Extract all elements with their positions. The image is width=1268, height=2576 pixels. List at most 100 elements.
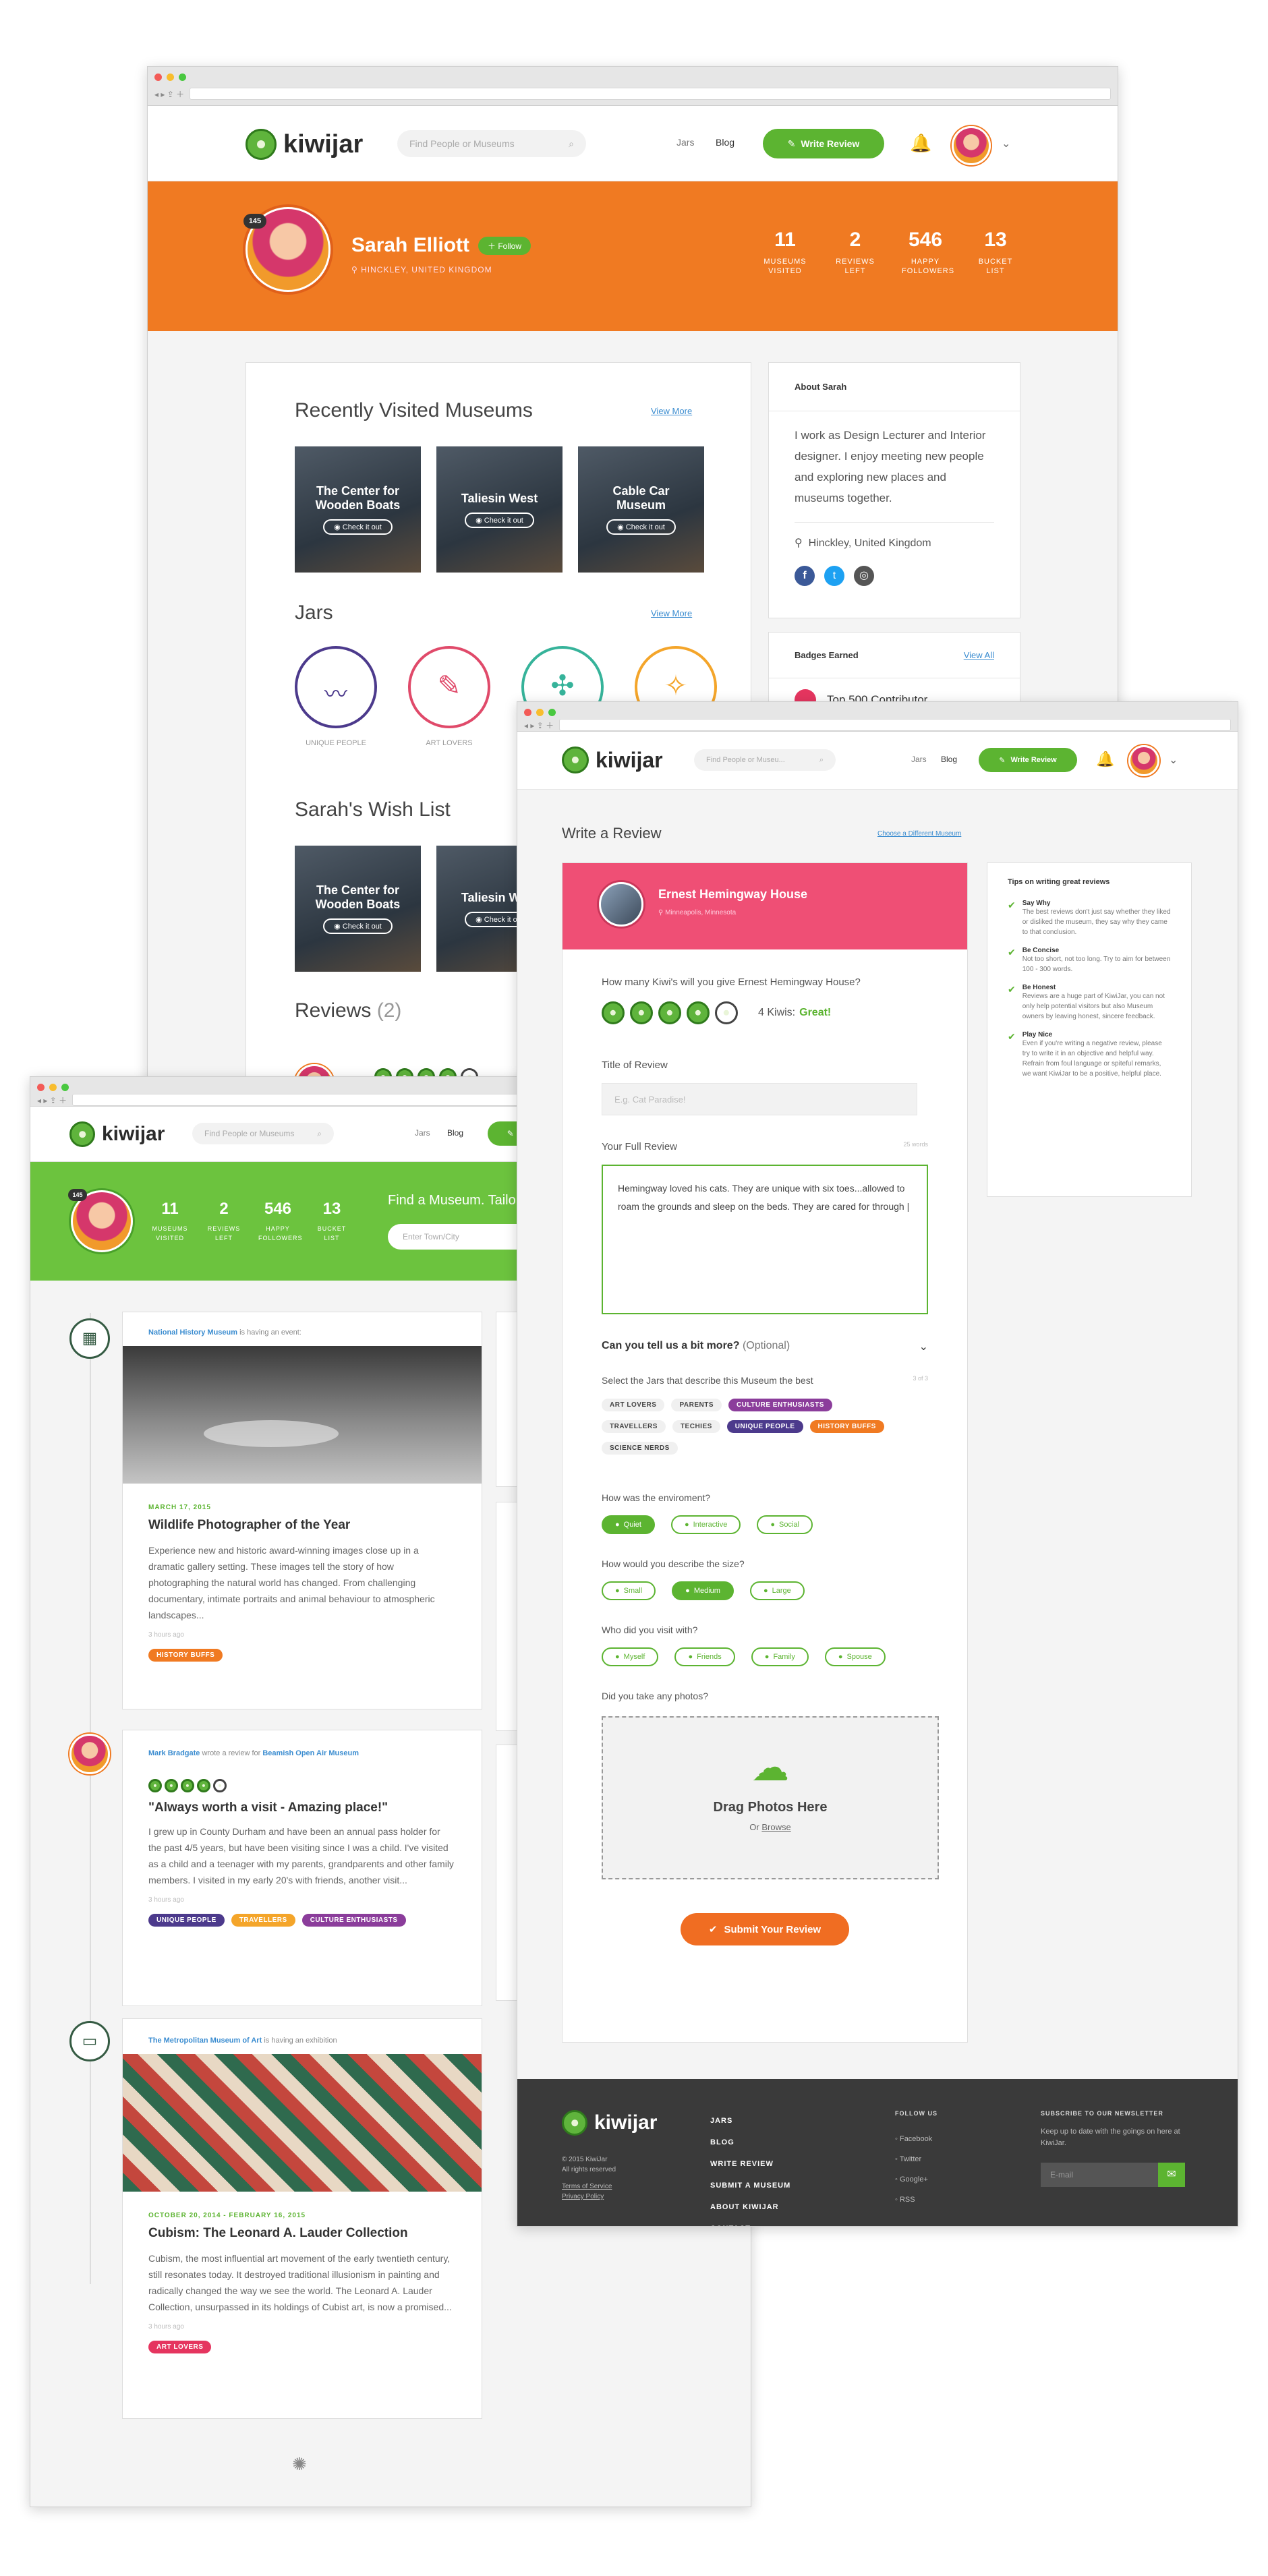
tag[interactable]: TRAVELLERS [231, 1914, 295, 1927]
footer-link[interactable]: BLOG [710, 2132, 790, 2153]
instagram-icon[interactable]: ◎ [854, 566, 874, 586]
search-input[interactable]: Find People or Museums ⌕ [192, 1123, 334, 1144]
kiwi-filled-icon[interactable] [658, 1001, 681, 1024]
jar-tag[interactable]: PARENTS [671, 1399, 722, 1411]
env-option[interactable]: ● Quiet [602, 1515, 655, 1534]
nav-jars[interactable]: Jars [676, 137, 694, 148]
with-option[interactable]: ● Family [751, 1647, 809, 1666]
size-option[interactable]: ● Large [749, 1581, 805, 1600]
jar-tag[interactable]: TECHIES [672, 1420, 720, 1433]
with-option[interactable]: ● Friends [674, 1647, 735, 1666]
footer-logo[interactable]: kiwijar [562, 2110, 657, 2136]
museum-thumb[interactable]: The Center for Wooden Boats ◉ Check it ou… [295, 446, 421, 573]
tag[interactable]: ART LOVERS [148, 2341, 212, 2353]
email-input[interactable]: E-mail [1041, 2163, 1158, 2187]
url-bar[interactable] [559, 719, 1231, 731]
terms-link[interactable]: Terms of Service [562, 2182, 616, 2192]
check-it-out-button[interactable]: ◉ Check it out [606, 519, 676, 535]
check-it-out-button[interactable]: ◉ Check it out [323, 918, 393, 934]
recent-view-more[interactable]: View More [651, 406, 692, 416]
check-it-out-button[interactable]: ◉ Check it out [465, 512, 534, 528]
more-toggle[interactable]: Can you tell us a bit more? (Optional) ⌄ [563, 1314, 967, 1353]
size-option[interactable]: ● Medium [672, 1581, 734, 1600]
change-museum-link[interactable]: Choose a Different Museum [877, 830, 961, 838]
nav-blog[interactable]: Blog [716, 137, 734, 148]
nav-jars[interactable]: Jars [415, 1128, 430, 1138]
chevron-down-icon[interactable]: ⌄ [1169, 753, 1178, 767]
footer-link[interactable]: JARS [710, 2110, 790, 2132]
museum-thumb[interactable]: Taliesin West ◉ Check it out [436, 446, 563, 573]
jar-tag[interactable]: HISTORY BUFFS [809, 1420, 884, 1433]
facebook-icon[interactable]: f [795, 566, 815, 586]
jar-tag[interactable]: UNIQUE PEOPLE [726, 1420, 803, 1433]
browse-link[interactable]: Browse [761, 1822, 790, 1832]
badges-view-all[interactable]: View All [964, 650, 994, 660]
notification-bell-icon[interactable]: 🔔 [1096, 751, 1114, 768]
feed-who[interactable]: Mark Bradgate [148, 1749, 200, 1757]
kiwi-filled-icon[interactable] [602, 1001, 625, 1024]
user-avatar[interactable] [1128, 745, 1159, 776]
feed-who[interactable]: National History Museum [148, 1328, 237, 1337]
stat[interactable]: 546 HAPPY FOLLOWERS [902, 229, 954, 276]
feed-target[interactable]: Beamish Open Air Museum [262, 1749, 359, 1757]
kiwi-filled-icon[interactable] [181, 1779, 194, 1792]
write-review-button[interactable]: ✎Write Review [979, 748, 1077, 772]
kiwi-filled-icon[interactable] [630, 1001, 653, 1024]
nav-blog[interactable]: Blog [941, 755, 957, 764]
title-input[interactable]: E.g. Cat Paradise! [602, 1083, 917, 1115]
feed-title[interactable]: "Always worth a visit - Amazing place!" [123, 1795, 482, 1821]
env-option[interactable]: ● Social [757, 1515, 813, 1534]
privacy-link[interactable]: Privacy Policy [562, 2192, 616, 2202]
search-input[interactable]: Find People or Museu... ⌕ [694, 749, 836, 771]
follow-link[interactable]: ◦ Facebook [895, 2129, 932, 2149]
tag[interactable]: CULTURE ENTHUSIASTS [301, 1914, 406, 1927]
subscribe-mail-icon[interactable]: ✉ [1158, 2163, 1185, 2187]
nav-blog[interactable]: Blog [447, 1128, 463, 1138]
user-avatar[interactable] [952, 126, 991, 165]
feed-who[interactable]: The Metropolitan Museum of Art [148, 2037, 262, 2045]
twitter-icon[interactable]: t [824, 566, 844, 586]
kiwi-filled-icon[interactable] [197, 1779, 210, 1792]
logo[interactable]: kiwijar [562, 747, 663, 773]
jar-unique-people[interactable]: 〰 [295, 646, 377, 728]
env-option[interactable]: ● Interactive [670, 1515, 741, 1534]
notification-bell-icon[interactable]: 🔔 [910, 133, 931, 154]
jar-art-lovers[interactable]: ✎ [408, 646, 490, 728]
full-review-textarea[interactable]: Hemingway loved his cats. They are uniqu… [602, 1165, 928, 1314]
footer-link[interactable]: CONTACT [710, 2218, 790, 2226]
jar-tag[interactable]: ART LOVERS [602, 1399, 665, 1411]
kiwi-filled-icon[interactable] [687, 1001, 710, 1024]
search-input[interactable]: Find People or Museums ⌕ [397, 130, 586, 157]
kiwi-filled-icon[interactable] [148, 1779, 162, 1792]
kiwi-empty-icon[interactable] [715, 1001, 738, 1024]
feed-title[interactable]: Wildlife Photographer of the Year [123, 1511, 482, 1540]
tag[interactable]: UNIQUE PEOPLE [148, 1914, 225, 1927]
stat[interactable]: 13 BUCKET LIST [312, 1200, 351, 1243]
logo[interactable]: kiwijar [69, 1121, 165, 1147]
footer-link[interactable]: ABOUT KIWIJAR [710, 2196, 790, 2218]
jars-view-more[interactable]: View More [651, 608, 692, 618]
follow-link[interactable]: ◦ Google+ [895, 2169, 932, 2190]
jar-tag[interactable]: TRAVELLERS [602, 1420, 666, 1433]
footer-link[interactable]: SUBMIT A MUSEUM [710, 2175, 790, 2196]
stat[interactable]: 2 REVIEWS LEFT [204, 1200, 243, 1243]
with-option[interactable]: ● Myself [602, 1647, 659, 1666]
museum-thumb[interactable]: Cable Car Museum ◉ Check it out [578, 446, 704, 573]
kiwi-empty-icon[interactable] [213, 1779, 227, 1792]
with-option[interactable]: ● Spouse [824, 1647, 886, 1666]
tag[interactable]: HISTORY BUFFS [148, 1649, 223, 1662]
check-it-out-button[interactable]: ◉ Check it out [323, 519, 393, 535]
jar-tag[interactable]: CULTURE ENTHUSIASTS [728, 1399, 832, 1411]
logo[interactable]: kiwijar [246, 129, 363, 160]
photo-dropzone[interactable]: ☁ Drag Photos Here Or Browse [602, 1716, 939, 1879]
stat[interactable]: 2 REVIEWS LEFT [832, 229, 879, 276]
follow-link[interactable]: ◦ Twitter [895, 2149, 932, 2169]
submit-review-button[interactable]: ✔ Submit Your Review [681, 1913, 849, 1945]
write-review-button[interactable]: ✎Write Review [763, 129, 884, 158]
url-bar[interactable] [190, 88, 1111, 100]
chevron-down-icon[interactable]: ⌄ [1002, 137, 1010, 150]
stat[interactable]: 13 BUCKET LIST [972, 229, 1019, 276]
size-option[interactable]: ● Small [602, 1581, 656, 1600]
stat[interactable]: 11 MUSEUMS VISITED [761, 229, 809, 276]
follow-button[interactable]: ＋ Follow [478, 237, 531, 255]
